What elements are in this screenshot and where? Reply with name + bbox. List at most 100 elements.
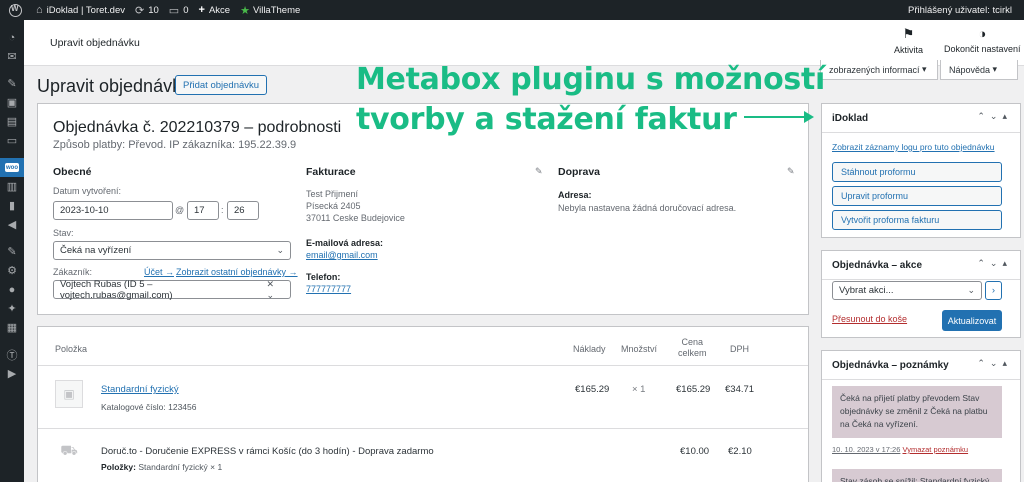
edit-proforma-button[interactable]: Upravit proformu [832,186,1002,206]
order-items-panel: Položka Náklady Množství Cena celkem DPH… [37,326,809,482]
customer-account-link[interactable]: Účet → [144,267,174,277]
move-to-trash-link[interactable]: Přesunout do koše [832,314,907,324]
marketing-icon[interactable]: ◀ [0,215,24,234]
date-input[interactable]: 2023-10-10 [53,201,173,220]
woocommerce-icon[interactable]: woo [0,158,24,177]
idoklad-log-link[interactable]: Zobrazit záznamy logu pro tuto objednávk… [832,142,995,152]
shipping-heading: Doprava [558,166,601,178]
order-note: Čeká na přijetí platby převodem Stav obj… [832,386,1002,438]
star-icon: ★ [240,4,250,17]
metabox-controls-icon[interactable]: ⌃⌄▴ [977,111,1012,122]
billing-phone-label: Telefon: [306,272,341,282]
product-sku: Katalogové číslo: 123456 [101,402,197,412]
annotation-arrow-head-icon [804,111,814,123]
new-content-link[interactable]: + Akce [194,0,236,20]
header-total: Cena celkem [678,337,707,358]
date-at-label: @ [175,205,185,215]
product-qty: × 1 [632,384,646,395]
dashboard-icon[interactable]: ◔ [0,28,24,47]
plugins-icon[interactable]: ⚙ [0,261,24,280]
comment-icon: ▭ [168,4,180,17]
header-tax: DPH [730,344,750,354]
chevron-down-icon: ⌄ [967,285,975,295]
minute-input[interactable]: 26 [227,201,259,220]
idoklad-metabox: iDoklad ⌃⌄▴ Zobrazit záznamy logu pro tu… [821,103,1021,238]
screen-options-tab[interactable]: zobrazených informací ▾ [820,60,938,80]
comments-link[interactable]: ▭ 0 [164,0,194,20]
analytics-icon[interactable]: ▮ [0,196,24,215]
items-row-divider [38,428,808,429]
notes-divider [822,379,1020,380]
collapse-menu-icon[interactable]: ▶ [0,364,24,383]
header-qty: Množství [621,344,658,354]
edit-billing-pencil-icon[interactable]: ✎ [535,166,543,177]
pin-icon[interactable]: ✎ [0,74,24,93]
shipping-address: Nebyla nastavena žádná doručovací adresa… [558,203,737,213]
customer-select[interactable]: Vojtech Rubas (ID 5 – vojtech.rubas@gmai… [53,278,291,301]
other-orders-link[interactable]: Zobrazit ostatní objednávky → [176,267,298,277]
shipping-address-label: Adresa: [558,190,592,200]
actions-divider [822,279,1020,280]
chevron-down-icon: ⌄ [276,245,284,255]
products-icon[interactable]: ▥ [0,177,24,196]
theme-t-icon[interactable]: Ⓣ [0,345,24,364]
clear-and-chevron-icon: ✕ ⌄ [266,278,275,300]
user-account-link[interactable]: Přihlášený uživatel: tcirkl [903,0,1024,20]
users-icon[interactable]: ● [0,280,24,299]
order-note-meta: 10. 10. 2023 v 17:26 Vymazat poznámku [832,445,969,454]
idoklad-divider [822,132,1020,133]
customer-label: Zákazník: [53,267,93,277]
order-action-select[interactable]: Vybrat akci... ⌄ [832,281,982,300]
status-select[interactable]: Čeká na vyřízení ⌄ [53,241,291,260]
date-label: Datum vytvoření: [53,186,122,196]
order-actions-title: Objednávka – akce [832,260,923,271]
tools-icon[interactable]: ✦ [0,299,24,318]
product-thumbnail-image-icon: ▣ [55,380,83,408]
billing-email-link[interactable]: email@gmail.com [306,250,378,260]
annotation-callout: Metabox pluginu s možností tvorby a staž… [356,60,825,140]
truck-icon: ⛟ [60,441,78,458]
shipping-line-total: €10.00 [680,446,710,457]
refresh-icon: ⟳ [135,4,145,17]
shipping-line-tax: €2.10 [728,446,752,457]
product-cost: €165.29 [575,384,610,395]
order-heading: Objednávka č. 202210379 – podrobnosti [53,119,342,136]
comments-icon[interactable]: ▭ [0,131,24,150]
delete-note-link[interactable]: Vymazat poznámku [902,445,968,454]
product-total: €165.29 [676,384,711,395]
metabox-controls-icon[interactable]: ⌃⌄▴ [977,258,1012,269]
site-name-link[interactable]: ⌂ iDoklad | Toret.dev [31,0,130,20]
header-title: Upravit objednávku [50,37,140,49]
order-actions-metabox: Objednávka – akce ⌃⌄▴ Vybrat akci... ⌄ › … [821,250,1021,338]
add-order-button[interactable]: Přidat objednávku [175,75,268,95]
plus-icon: + [198,4,205,16]
product-name-link[interactable]: Standardní fyzický [101,384,179,395]
settings-icon[interactable]: ▦ [0,318,24,337]
media-icon[interactable]: ▣ [0,93,24,112]
pages-icon[interactable]: ▤ [0,112,24,131]
page-title: Upravit objednávku [37,76,192,96]
header-cost: Náklady [573,344,606,354]
help-tab[interactable]: Nápověda ▾ [940,60,1018,80]
header-item: Položka [55,344,88,354]
flag-icon: ⚑ [902,26,915,41]
metabox-controls-icon[interactable]: ⌃⌄▴ [977,358,1012,369]
download-proforma-button[interactable]: Stáhnout proformu [832,162,1002,182]
edit-shipping-pencil-icon[interactable]: ✎ [787,166,795,177]
time-colon: : [221,205,224,215]
update-order-button[interactable]: Aktualizovat [942,310,1002,331]
updates-link[interactable]: ⟳ 10 [130,0,164,20]
annotation-arrow [744,116,806,118]
activity-button[interactable]: ⚑ Aktivita [894,26,923,55]
create-proforma-button[interactable]: Vytvořit proforma fakturu [832,210,1002,230]
mail-icon[interactable]: ✉ [0,47,24,66]
half-circle-icon: ◑ [978,26,987,41]
wordpress-logo-icon[interactable] [0,0,31,20]
billing-phone-link[interactable]: 777777777 [306,284,351,294]
apply-action-button[interactable]: › [985,281,1002,300]
billing-email-label: E-mailová adresa: [306,238,384,248]
villatheme-link[interactable]: ★ VillaTheme [235,0,305,20]
finish-setup-button[interactable]: ◑ Dokončit nastavení [944,26,1021,54]
appearance-icon[interactable]: ✎ [0,242,24,261]
hour-input[interactable]: 17 [187,201,219,220]
